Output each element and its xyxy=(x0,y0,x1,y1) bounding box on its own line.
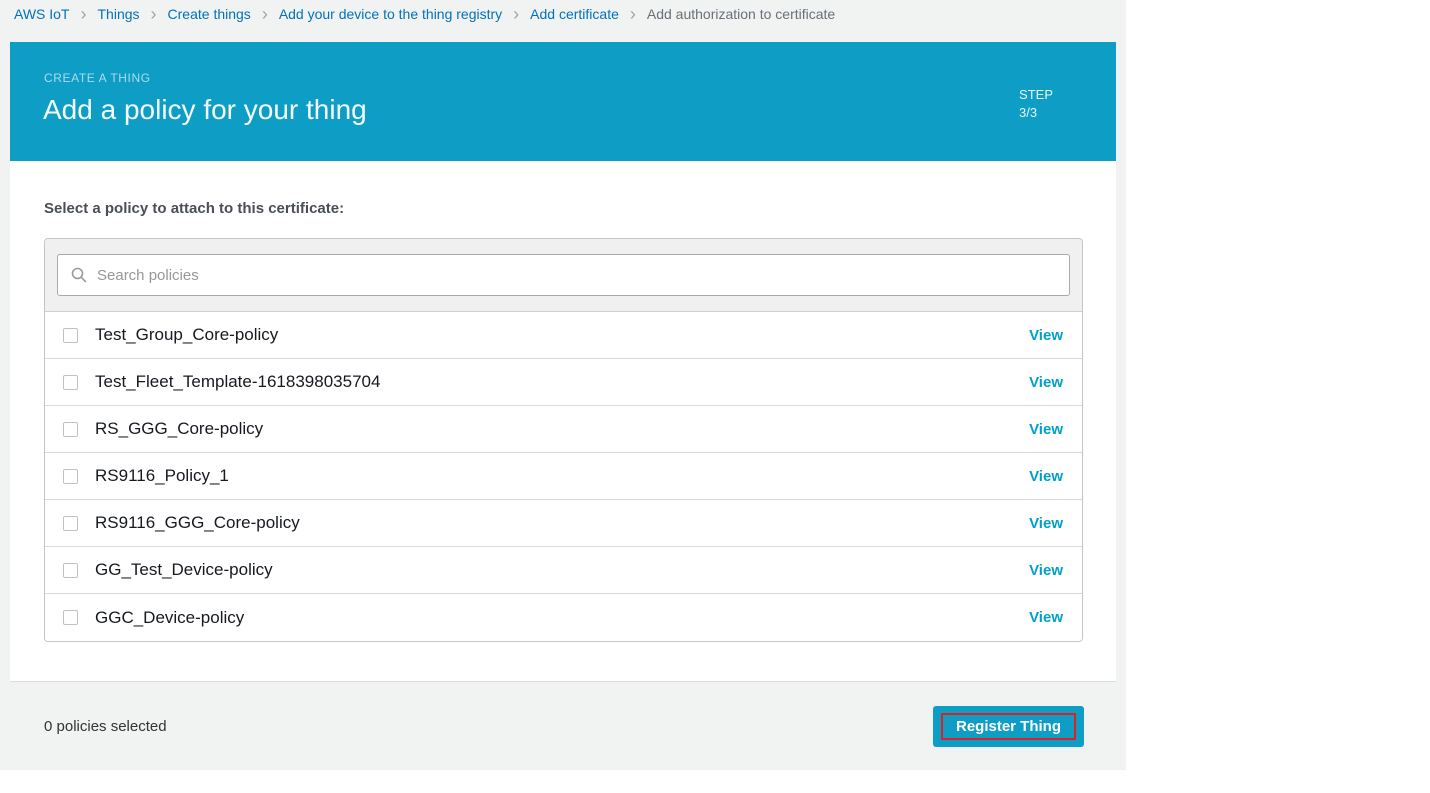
wizard-kicker: CREATE A THING xyxy=(44,71,151,85)
breadcrumb-things[interactable]: Things xyxy=(98,6,140,22)
register-thing-button[interactable]: Register Thing xyxy=(932,705,1084,747)
search-input[interactable] xyxy=(97,266,1056,284)
wizard-footer: 0 policies selected Register Thing xyxy=(10,681,1116,770)
aws-iot-wizard-page: AWS IoT › Things › Create things › Add y… xyxy=(0,0,1126,770)
policy-name: GGC_Device-policy xyxy=(95,607,245,627)
breadcrumb: AWS IoT › Things › Create things › Add y… xyxy=(0,0,1126,27)
policy-checkbox[interactable] xyxy=(63,327,78,343)
policy-name: GG_Test_Device-policy xyxy=(95,560,273,579)
step-indicator: STEP 3/3 xyxy=(1019,86,1053,122)
breadcrumb-create-things[interactable]: Create things xyxy=(168,6,251,22)
policy-checkbox[interactable] xyxy=(63,515,78,531)
view-policy-link[interactable]: View xyxy=(1029,327,1063,344)
table-row: Test_Fleet_Template-1618398035704 View xyxy=(45,359,1082,406)
breadcrumb-add-authorization-current: Add authorization to certificate xyxy=(646,5,836,22)
policy-name: Test_Fleet_Template-1618398035704 xyxy=(95,372,381,391)
chevron-right-icon: › xyxy=(261,3,268,24)
policy-list-box: Test_Group_Core-policy View Test_Fleet_T… xyxy=(44,238,1083,642)
step-value: 3/3 xyxy=(1019,105,1038,120)
view-policy-link[interactable]: View xyxy=(1029,609,1063,626)
policy-name: RS_GGG_Core-policy xyxy=(95,419,264,438)
step-label: STEP xyxy=(1019,87,1053,102)
selection-summary: 0 policies selected xyxy=(44,717,167,735)
chevron-right-icon: › xyxy=(513,3,520,24)
table-row: RS9116_Policy_1 View xyxy=(45,453,1082,500)
view-policy-link[interactable]: View xyxy=(1029,374,1063,391)
table-row: Test_Group_Core-policy View xyxy=(45,312,1082,359)
table-row: RS_GGG_Core-policy View xyxy=(45,406,1082,453)
table-row: GGC_Device-policy View xyxy=(45,594,1082,641)
view-policy-link[interactable]: View xyxy=(1029,562,1063,579)
chevron-right-icon: › xyxy=(150,3,157,24)
policy-checkbox[interactable] xyxy=(63,610,78,625)
policy-checkbox[interactable] xyxy=(63,374,78,390)
wizard-header: CREATE A THING Add a policy for your thi… xyxy=(10,42,1116,161)
policy-checkbox[interactable] xyxy=(63,468,78,484)
section-label: Select a policy to attach to this certif… xyxy=(44,200,345,217)
policy-checkbox[interactable] xyxy=(63,421,78,437)
table-row: GG_Test_Device-policy View xyxy=(45,547,1082,594)
policy-name: Test_Group_Core-policy xyxy=(95,325,279,344)
search-strip xyxy=(45,239,1082,312)
search-field[interactable] xyxy=(57,254,1070,296)
policy-name: RS9116_GGG_Core-policy xyxy=(95,513,300,532)
view-policy-link[interactable]: View xyxy=(1029,468,1063,485)
chevron-right-icon: › xyxy=(80,3,87,24)
table-row: RS9116_GGG_Core-policy View xyxy=(45,500,1082,547)
view-policy-link[interactable]: View xyxy=(1029,515,1063,532)
breadcrumb-add-certificate[interactable]: Add certificate xyxy=(530,6,619,22)
policy-checkbox[interactable] xyxy=(63,562,78,578)
page-title: Add a policy for your thing xyxy=(43,94,367,125)
breadcrumb-add-device-to-registry[interactable]: Add your device to the thing registry xyxy=(279,6,502,22)
search-icon xyxy=(71,267,87,283)
view-policy-link[interactable]: View xyxy=(1029,421,1063,438)
chevron-right-icon: › xyxy=(629,3,636,24)
main-panel: Select a policy to attach to this certif… xyxy=(10,161,1116,681)
register-thing-button-label-red-annotation: Register Thing xyxy=(940,712,1076,740)
breadcrumb-aws-iot[interactable]: AWS IoT xyxy=(14,6,70,22)
policy-name: RS9116_Policy_1 xyxy=(95,466,229,485)
